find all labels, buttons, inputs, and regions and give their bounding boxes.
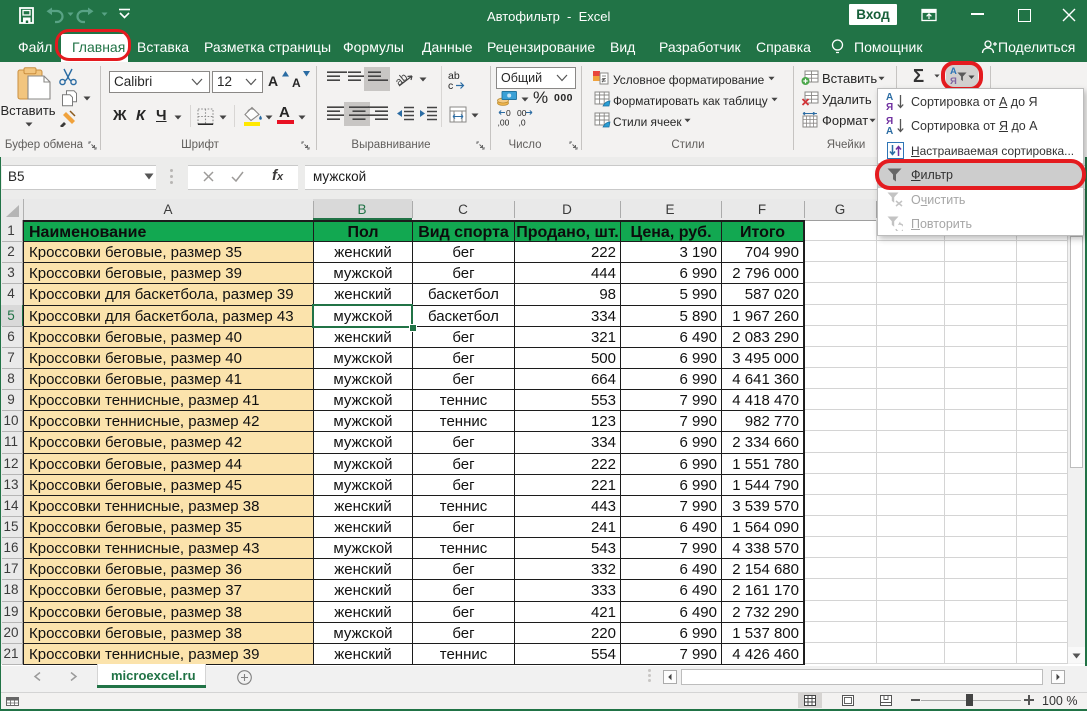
svg-text:c: c [448, 80, 453, 91]
svg-text:,00: ,00 [498, 118, 510, 128]
svg-text:≠: ≠ [602, 78, 606, 85]
svg-text:,0: ,0 [519, 118, 526, 128]
